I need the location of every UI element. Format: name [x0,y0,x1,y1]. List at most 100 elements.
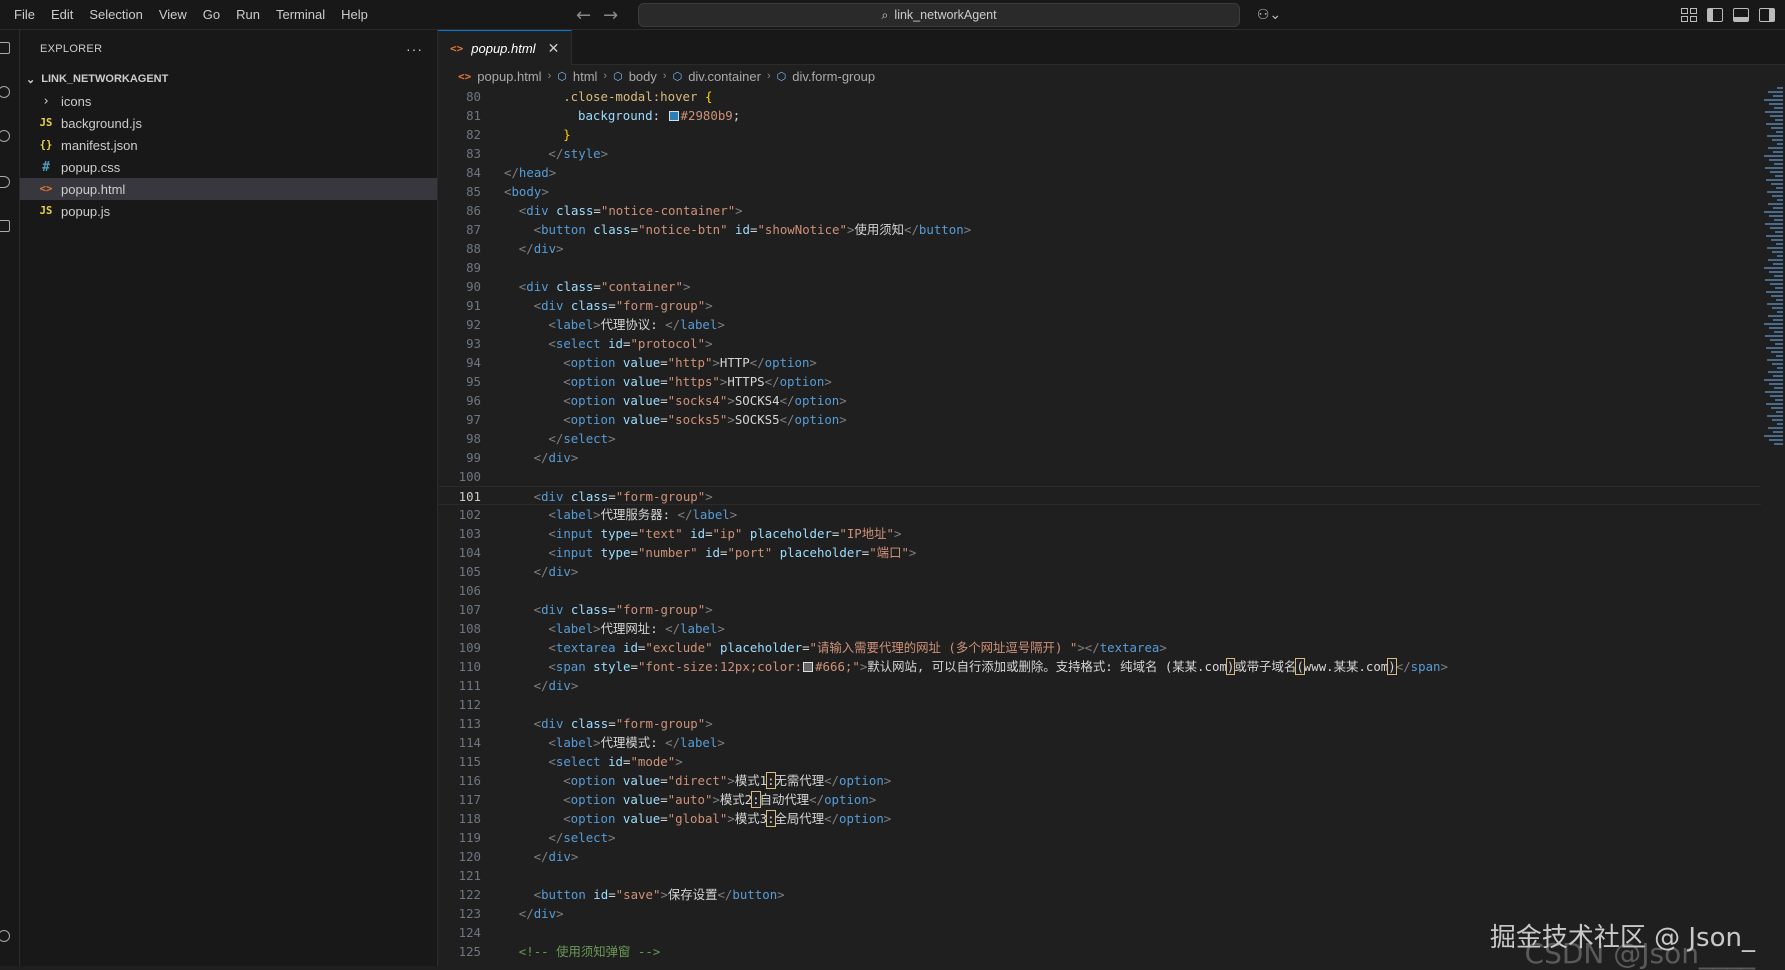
menu-go[interactable]: Go [195,0,228,30]
code-line[interactable]: 81 background: #2980b9; [438,106,1761,125]
code-line[interactable]: 119 </select> [438,828,1761,847]
breadcrumb-item[interactable]: html [573,69,598,84]
code-line[interactable]: 85 <body> [438,182,1761,201]
tree-item-popup-js[interactable]: JS popup.js [20,200,437,222]
customize-layout-icon[interactable] [1681,8,1697,22]
toggle-panel-icon[interactable] [1733,8,1749,22]
code-line[interactable]: 82} [438,125,1761,144]
search-view-icon[interactable] [0,86,10,98]
code-line[interactable]: 97 <option value="socks5">SOCKS5</option> [438,410,1761,429]
code-text: </head> [481,163,556,182]
code-line[interactable]: 93 <select id="protocol"> [438,334,1761,353]
code-line[interactable]: 94 <option value="http">HTTP</option> [438,353,1761,372]
code-line[interactable]: 124 [438,923,1761,942]
code-line[interactable]: 89 [438,258,1761,277]
code-line[interactable]: 107 <div class="form-group"> [438,600,1761,619]
breadcrumb-item[interactable]: body [629,69,657,84]
code-line[interactable]: 104 <input type="number" id="port" placeh… [438,543,1761,562]
code-line[interactable]: 83 </style> [438,144,1761,163]
menu-terminal[interactable]: Terminal [268,0,333,30]
code-line[interactable]: 84 </head> [438,163,1761,182]
more-actions-icon[interactable]: ··· [406,41,423,57]
code-line[interactable]: 105 </div> [438,562,1761,581]
code-token: body [511,184,542,199]
code-line[interactable]: 106 [438,581,1761,600]
code-line[interactable]: 125 <!-- 使用须知弹窗 --> [438,942,1761,961]
tree-item-background-js[interactable]: JS background.js [20,112,437,134]
code-line[interactable]: 114 <label>代理模式: </label> [438,733,1761,752]
close-icon[interactable]: ✕ [548,40,560,57]
code-line[interactable]: 110 <span style="font-size:12px;color: #66… [438,657,1761,676]
breadcrumb-item[interactable]: popup.html [477,69,541,84]
code-line[interactable]: 121 [438,866,1761,885]
code-line[interactable]: 96 <option value="socks4">SOCKS4</option> [438,391,1761,410]
code-line[interactable]: 118 <option value="global">模式3:全局代理</opti… [438,809,1761,828]
back-arrow-icon[interactable]: ← [576,5,591,26]
code-token: 保存设置 [667,887,718,902]
explorer-icon[interactable] [0,42,10,54]
code-token: placeholder [749,526,832,541]
run-debug-icon[interactable] [0,176,10,188]
copilot-icon[interactable]: ⚇⌄ [1252,4,1286,26]
code-line[interactable]: 108 <label>代理网址: </label> [438,619,1761,638]
breadcrumb-item[interactable]: div.form-group [792,69,875,84]
command-center[interactable]: ⌕ link_networkAgent [638,3,1240,27]
code-line[interactable]: 80 .close-modal:hover { [438,87,1761,106]
code-line[interactable]: 111 </div> [438,676,1761,695]
code-line[interactable]: 92 <label>代理协议: </label> [438,315,1761,334]
code-line[interactable]: 98 </select> [438,429,1761,448]
code-line[interactable]: 99 </div> [438,448,1761,467]
code-line[interactable]: 117 <option value="auto">模式2:自动代理</option… [438,790,1761,809]
code-line[interactable]: 113 <div class="form-group"> [438,714,1761,733]
code-line[interactable]: 100 [438,467,1761,486]
toggle-secondary-sidebar-icon[interactable] [1759,8,1775,22]
code-line[interactable]: 123 </div> [438,904,1761,923]
color-swatch-icon[interactable] [668,111,679,121]
code-text: <option value="http">HTTP</option> [481,353,817,372]
code-token: div [526,203,557,218]
code-token: textarea [1099,640,1160,655]
code-editor[interactable]: 80 .close-modal:hover {81 background: #298… [438,87,1761,966]
code-line[interactable]: 120 </div> [438,847,1761,866]
menu-selection[interactable]: Selection [81,0,150,30]
workspace-folder[interactable]: ⌄ LINK_NETWORKAGENT [20,68,437,90]
tab-popup-html[interactable]: <> popup.html ✕ [438,30,573,65]
code-line[interactable]: 112 [438,695,1761,714]
source-control-icon[interactable] [0,130,10,142]
code-line[interactable]: 109 <textarea id="exclude" placeholder="请… [438,638,1761,657]
color-swatch-icon[interactable] [803,662,814,672]
toggle-primary-sidebar-icon[interactable] [1707,8,1723,22]
code-line[interactable]: 115 <select id="mode"> [438,752,1761,771]
code-token: </ [779,412,795,427]
code-line[interactable]: 90 <div class="container"> [438,277,1761,296]
code-token: = [608,602,616,617]
code-line[interactable]: 88 </div> [438,239,1761,258]
tree-item-popup-html[interactable]: <> popup.html [20,178,437,200]
code-line[interactable]: 95 <option value="https">HTTPS</option> [438,372,1761,391]
menu-file[interactable]: File [6,0,43,30]
code-token: label [555,507,594,522]
forward-arrow-icon[interactable]: → [603,5,618,26]
code-line[interactable]: 116 <option value="direct">模式1:无需代理</opti… [438,771,1761,790]
menu-help[interactable]: Help [333,0,376,30]
tree-item-manifest-json[interactable]: {} manifest.json [20,134,437,156]
code-line[interactable]: 102 <label>代理服务器: </label> [438,505,1761,524]
code-text: <span style="font-size:12px;color: #666;"… [481,657,1448,676]
code-line[interactable]: 86 <div class="notice-container"> [438,201,1761,220]
extensions-icon[interactable] [0,220,10,232]
tree-item-icons[interactable]: › icons [20,90,437,112]
menu-view[interactable]: View [151,0,195,30]
tree-item-popup-css[interactable]: # popup.css [20,156,437,178]
minimap-line [1777,423,1783,425]
code-line[interactable]: 101 <div class="form-group"> [438,486,1761,505]
breadcrumb-item[interactable]: div.container [688,69,761,84]
code-line[interactable]: 87 <button class="notice-btn" id="showNot… [438,220,1761,239]
code-line[interactable]: 91 <div class="form-group"> [438,296,1761,315]
code-token: head [518,165,549,180]
minimap[interactable] [1761,87,1785,467]
menu-edit[interactable]: Edit [43,0,81,30]
code-line[interactable]: 122 <button id="save">保存设置</button> [438,885,1761,904]
menu-run[interactable]: Run [228,0,268,30]
account-icon[interactable] [0,930,10,942]
code-line[interactable]: 103 <input type="text" id="ip" placeholde… [438,524,1761,543]
